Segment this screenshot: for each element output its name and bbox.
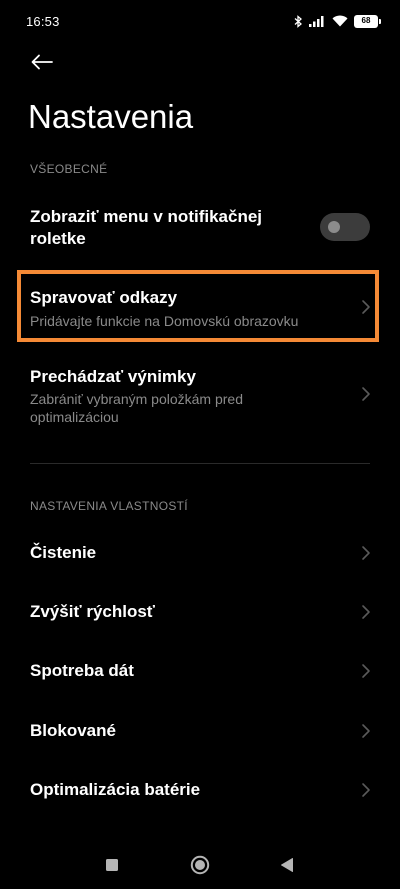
row-cleaning-title: Čistenie (30, 543, 97, 562)
page-title: Nastavenia (28, 98, 194, 135)
bluetooth-icon (294, 14, 303, 28)
row-blocked[interactable]: Blokované (0, 706, 400, 756)
status-bar: 16:53 68 (0, 0, 400, 44)
section-divider (30, 463, 370, 464)
row-notification-menu-title-line2: roletke (30, 229, 86, 248)
row-data-usage[interactable]: Spotreba dát (0, 646, 400, 696)
row-battery-optimization[interactable]: Optimalizácia batérie (0, 765, 400, 815)
signal-icon (309, 15, 326, 27)
row-speed-boost[interactable]: Zvýšiť rýchlosť (0, 587, 400, 637)
home-circle-icon (190, 855, 210, 875)
status-icons: 68 (294, 12, 381, 30)
battery-icon: 68 (354, 14, 381, 28)
recents-square-icon (106, 859, 118, 871)
back-triangle-icon (281, 858, 293, 872)
wifi-icon (332, 15, 348, 27)
row-manage-shortcuts[interactable]: Spravovať odkazy Pridávajte funkcie na D… (0, 275, 400, 337)
section-header-general: VŠEOBECNÉ (30, 162, 108, 176)
row-notification-menu-title-line1: Zobraziť menu v notifikačnej (30, 207, 263, 226)
toggle-knob (328, 221, 340, 233)
row-speed-boost-title: Zvýšiť rýchlosť (30, 602, 155, 621)
notification-menu-toggle[interactable] (320, 213, 370, 241)
chevron-right-icon (362, 300, 370, 314)
row-manage-shortcuts-title: Spravovať odkazy (30, 288, 178, 307)
chevron-right-icon (362, 724, 370, 738)
row-browse-exceptions[interactable]: Prechádzať výnimky Zabrániť vybraným pol… (0, 360, 400, 430)
navigation-bar (0, 840, 400, 889)
row-browse-exceptions-subtitle-line1: Zabrániť vybraným položkám pred (30, 391, 244, 407)
status-time: 16:53 (26, 14, 60, 29)
row-data-usage-title: Spotreba dát (30, 661, 134, 680)
row-manage-shortcuts-subtitle: Pridávajte funkcie na Domovskú obrazovku (30, 313, 299, 329)
home-button[interactable] (189, 854, 211, 876)
chevron-right-icon (362, 783, 370, 797)
chevron-right-icon (362, 664, 370, 678)
row-browse-exceptions-subtitle-line2: optimalizáciou (30, 409, 119, 425)
chevron-right-icon (362, 546, 370, 560)
row-cleaning[interactable]: Čistenie (0, 528, 400, 578)
row-browse-exceptions-title: Prechádzať výnimky (30, 367, 196, 386)
row-blocked-title: Blokované (30, 721, 116, 740)
row-battery-optimization-title: Optimalizácia batérie (30, 780, 201, 799)
back-arrow-icon (31, 54, 53, 75)
chevron-right-icon (362, 387, 370, 401)
row-notification-menu[interactable]: Zobraziť menu v notifikačnej roletke (0, 200, 400, 260)
recents-button[interactable] (101, 854, 123, 876)
back-button[interactable] (26, 48, 58, 80)
section-header-properties: NASTAVENIA VLASTNOSTÍ (30, 499, 188, 513)
chevron-right-icon (362, 605, 370, 619)
back-nav-button[interactable] (276, 854, 298, 876)
